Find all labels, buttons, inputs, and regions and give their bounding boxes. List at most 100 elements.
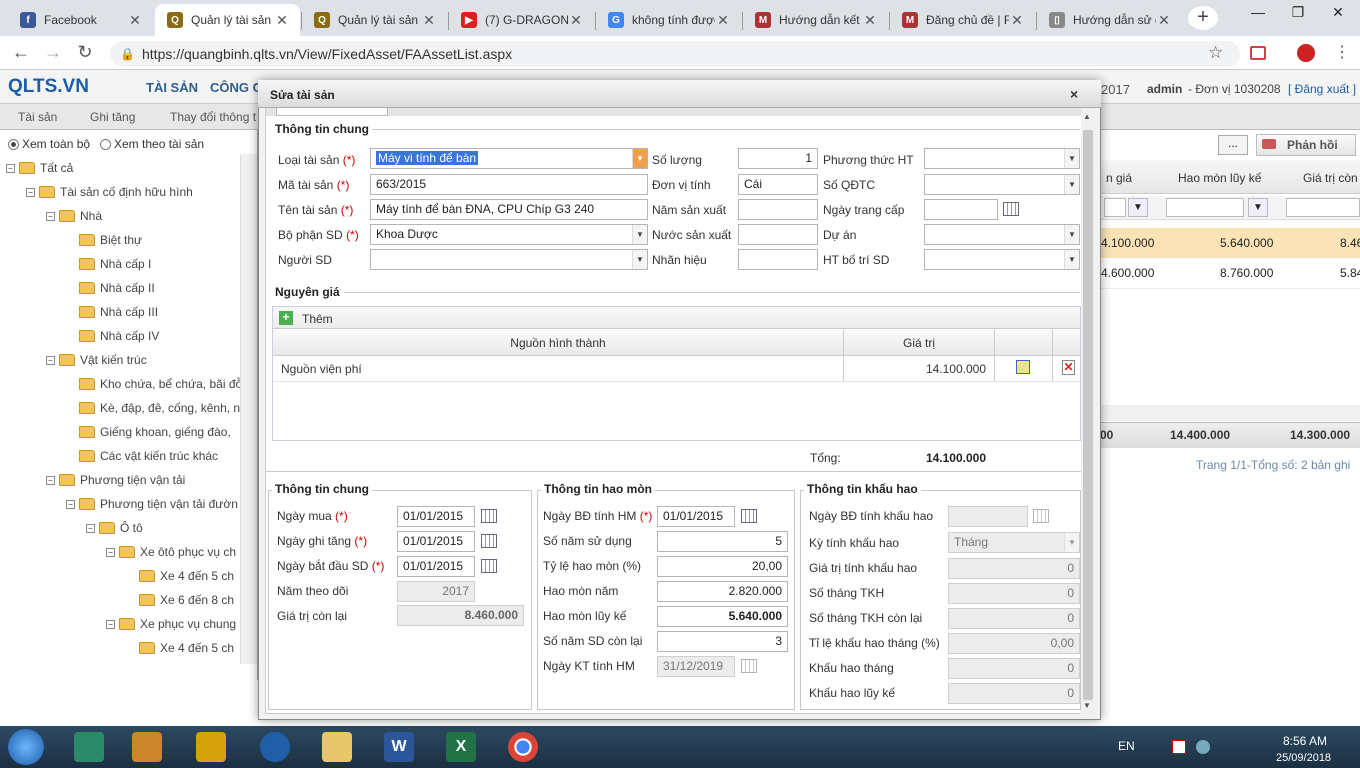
browser-tab[interactable]: ▯ Hướng dẫn sử d ✕	[1037, 4, 1182, 36]
app-logo[interactable]: QLTS.VN	[8, 76, 89, 98]
tab-close-icon[interactable]: ✕	[421, 12, 437, 29]
dialog-titlebar[interactable]	[258, 80, 1101, 108]
new-tab-button[interactable]: +	[1188, 6, 1218, 30]
tree-node[interactable]: − Phương tiện vận tải đườn	[66, 492, 238, 516]
tree-node[interactable]: Nhà cấp III	[66, 300, 158, 324]
grid-col-gia-tri-con[interactable]: Giá trị còn	[1303, 171, 1358, 185]
manufacture-year-input[interactable]	[738, 199, 818, 220]
tab-close-icon[interactable]: ✕	[568, 12, 584, 29]
close-window-button[interactable]: ✕	[1318, 4, 1358, 21]
unit-input[interactable]: Cái	[738, 174, 818, 195]
filter-icon[interactable]: ▼	[1128, 198, 1148, 217]
browser-tab[interactable]: ▶ (7) G-DRAGON - ✕	[449, 4, 594, 36]
chrome-icon[interactable]	[508, 732, 538, 762]
app-icon[interactable]	[196, 732, 226, 762]
tree-node[interactable]: Biệt thự	[66, 228, 142, 252]
grid-col-hao-mon[interactable]: Hao mòn lũy kế	[1178, 171, 1261, 185]
calendar-icon[interactable]	[481, 559, 497, 573]
back-icon[interactable]: ←	[10, 42, 32, 63]
bookmark-star-icon[interactable]: ☆	[1208, 43, 1223, 63]
tree-node[interactable]: − Xe ôtô phục vụ ch	[106, 540, 236, 564]
record-date-input[interactable]: 01/01/2015	[397, 531, 475, 552]
tree-node[interactable]: Xe 4 đến 5 ch	[126, 564, 234, 588]
calendar-icon[interactable]	[481, 509, 497, 523]
brand-input[interactable]	[738, 249, 818, 270]
tree-node[interactable]: − Nhà	[46, 204, 102, 228]
tree-node[interactable]: − Tất cả	[6, 156, 73, 180]
asset-type-select[interactable]: Máy vi tính để bàn ▼	[370, 148, 648, 169]
app-icon[interactable]	[132, 732, 162, 762]
remain-years-input[interactable]: 3	[657, 631, 788, 652]
tab-thong-tin-chung[interactable]	[276, 108, 388, 116]
browser-tab[interactable]: M Đăng chủ đề | Fo ✕	[890, 4, 1035, 36]
collapse-icon[interactable]: −	[26, 187, 35, 197]
forward-icon[interactable]: →	[42, 42, 64, 63]
app-icon[interactable]	[260, 732, 290, 762]
excel-icon[interactable]: X	[446, 732, 476, 762]
grid-col-nguyen-gia[interactable]: n giá	[1106, 171, 1132, 185]
filter-icon[interactable]: ▼	[1248, 198, 1268, 217]
project-select[interactable]: ▼	[924, 224, 1080, 245]
tree-node[interactable]: Kho chứa, bể chứa, bãi đỗ	[66, 372, 242, 396]
tree-node[interactable]: − Phương tiện vận tải	[46, 468, 185, 492]
department-select[interactable]: Khoa Dược ▼	[370, 224, 648, 245]
start-button[interactable]	[8, 729, 44, 765]
logout-link[interactable]: [ Đăng xuất ]	[1288, 82, 1356, 96]
delete-icon[interactable]: ✕	[1062, 360, 1075, 375]
tab-close-icon[interactable]: ✕	[862, 12, 878, 29]
view-by-asset-radio[interactable]: Xem theo tài sản	[100, 137, 204, 151]
app-icon[interactable]	[74, 732, 104, 762]
tab-ghi-tang[interactable]: Ghi tăng	[90, 110, 135, 124]
tab-thay-doi[interactable]: Thay đổi thông t	[170, 110, 256, 124]
tree-node[interactable]: Các vật kiến trúc khác	[66, 444, 218, 468]
language-indicator[interactable]: EN	[1118, 739, 1135, 753]
browser-tab[interactable]: M Hướng dẫn kết n ✕	[743, 4, 888, 36]
collapse-icon[interactable]: −	[86, 523, 95, 533]
menu-cong-cu[interactable]: CÔNG C	[210, 80, 262, 95]
chevron-down-icon[interactable]: ▼	[1064, 149, 1079, 168]
filter-input[interactable]	[1166, 198, 1244, 217]
filter-input[interactable]	[1104, 198, 1126, 217]
decision-select[interactable]: ▼	[924, 174, 1080, 195]
accum-input[interactable]: 5.640.000	[657, 606, 788, 627]
browse-button[interactable]: ...	[1218, 135, 1248, 155]
reload-icon[interactable]: ↻	[74, 42, 96, 63]
tree-node[interactable]: Nhà cấp IV	[66, 324, 159, 348]
url-text[interactable]: https://quangbinh.qlts.vn/View/FixedAsse…	[142, 46, 512, 62]
tab-close-icon[interactable]: ✕	[127, 12, 143, 29]
menu-tai-san[interactable]: TÀI SẢN	[146, 80, 198, 95]
scroll-thumb[interactable]	[1083, 130, 1093, 700]
quantity-input[interactable]: 1	[738, 148, 818, 169]
asset-code-input[interactable]: 663/2015	[370, 174, 648, 195]
maximize-button[interactable]: ❐	[1278, 4, 1318, 21]
tree-node[interactable]: − Ô tô	[86, 516, 143, 540]
tree-node[interactable]: Xe 4 đến 5 ch	[126, 636, 234, 660]
chevron-down-icon[interactable]: ▼	[632, 225, 647, 244]
tab-close-icon[interactable]: ✕	[1009, 12, 1025, 29]
collapse-icon[interactable]: −	[46, 211, 55, 221]
filter-input[interactable]	[1286, 198, 1360, 217]
grid-hscrollbar[interactable]	[1100, 405, 1360, 421]
user-select[interactable]: ▼	[370, 249, 648, 270]
method-select[interactable]: ▼	[924, 148, 1080, 169]
tree-node[interactable]: Nhà cấp II	[66, 276, 155, 300]
browser-tab[interactable]: Q Quản lý tài sản ✕	[155, 4, 300, 36]
extension-icon[interactable]	[1250, 46, 1266, 60]
collapse-icon[interactable]: −	[46, 355, 55, 365]
chevron-down-icon[interactable]: ▼	[1064, 175, 1079, 194]
browser-tab[interactable]: Gkhông tính được ✕	[596, 4, 741, 36]
col-value[interactable]: Giá trị	[844, 336, 994, 350]
tab-tai-san[interactable]: Tài sản	[18, 110, 57, 124]
collapse-icon[interactable]: −	[106, 547, 115, 557]
tree-scrollbar[interactable]	[240, 154, 257, 664]
rate-input[interactable]: 20,00	[657, 556, 788, 577]
calendar-icon[interactable]	[1003, 202, 1019, 216]
tab-close-icon[interactable]: ✕	[274, 12, 290, 29]
chevron-down-icon[interactable]: ▼	[1064, 250, 1079, 269]
tree-node[interactable]: − Tài sản cố định hữu hình	[26, 180, 193, 204]
annual-input[interactable]: 2.820.000	[657, 581, 788, 602]
clock-date[interactable]: 25/09/2018	[1276, 752, 1331, 764]
start-use-date-input[interactable]: 01/01/2015	[397, 556, 475, 577]
equip-date-input[interactable]	[924, 199, 998, 220]
menu-kebab-icon[interactable]: ⋮	[1334, 42, 1350, 62]
